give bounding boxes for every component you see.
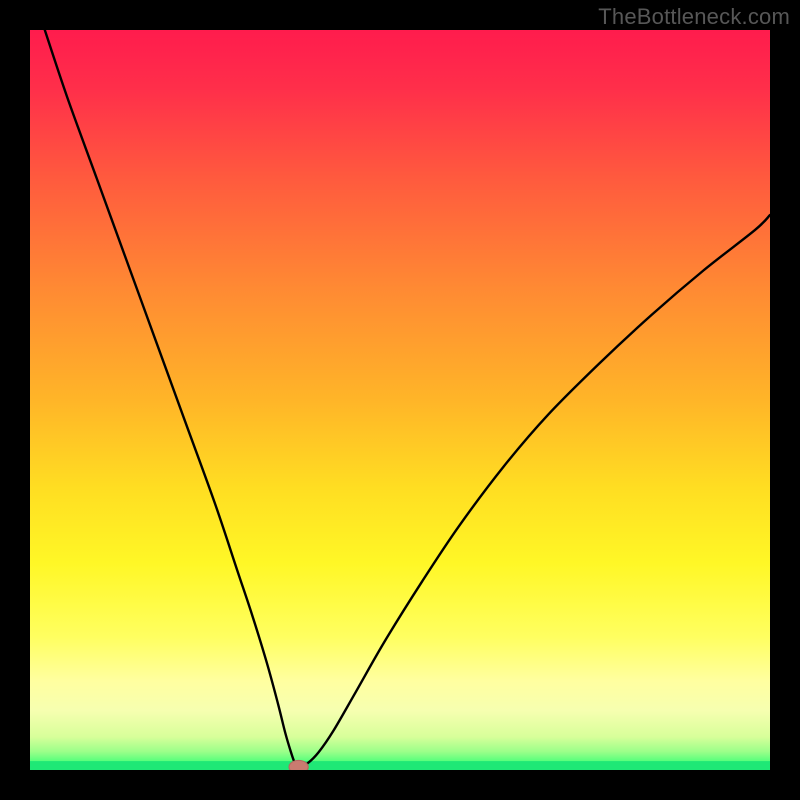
optimum-marker	[289, 760, 308, 770]
bottleneck-curve	[45, 30, 770, 767]
curve-layer	[30, 30, 770, 770]
watermark-text: TheBottleneck.com	[598, 4, 790, 30]
plot-area	[30, 30, 770, 770]
chart-container: TheBottleneck.com	[0, 0, 800, 800]
